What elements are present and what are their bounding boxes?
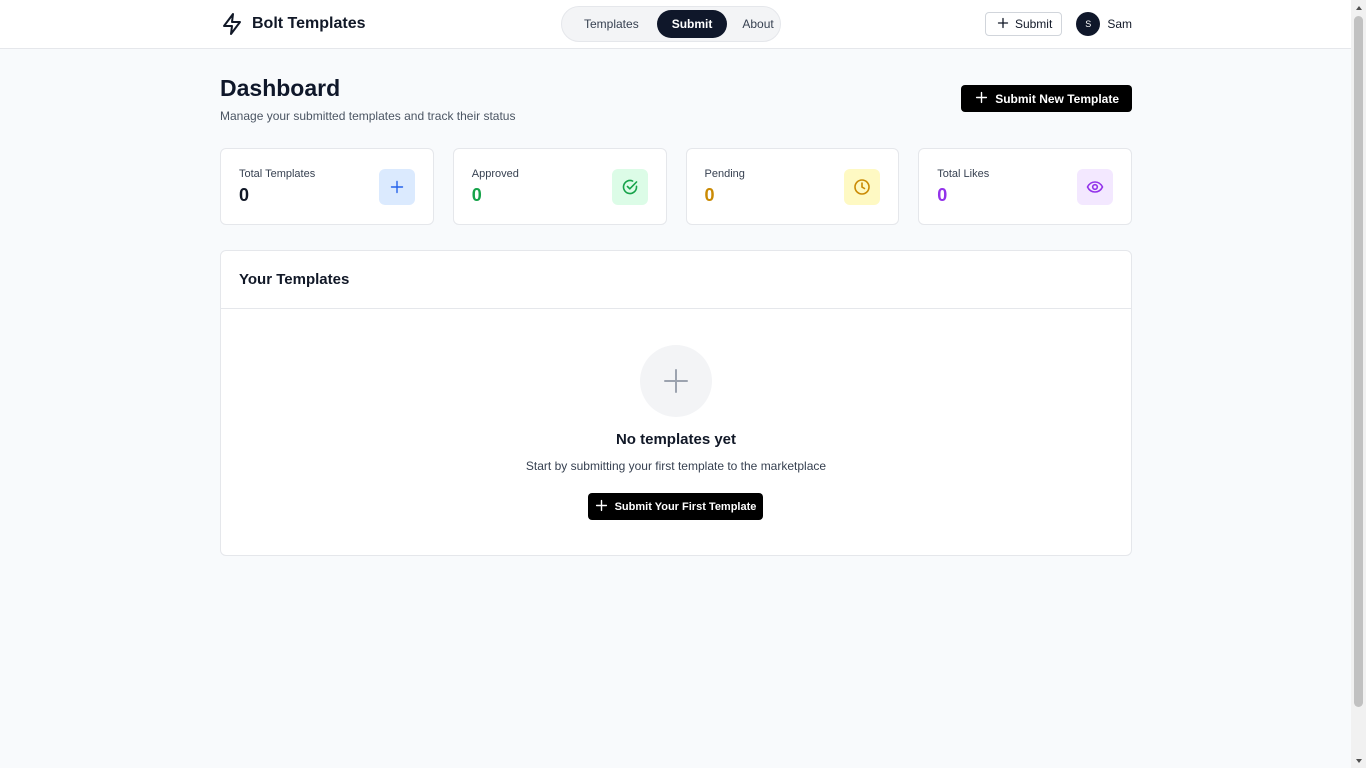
stat-value: 0 (937, 185, 948, 205)
empty-state-subtitle: Start by submitting your first template … (525, 459, 827, 473)
stat-card-total-templates: Total Templates 0 (220, 148, 434, 225)
scrollbar-thumb[interactable] (1354, 16, 1363, 707)
page: Bolt Templates Submit S Sam Templates Su… (0, 0, 1351, 768)
empty-state-title: No templates yet (615, 431, 737, 448)
user-name: Sam (1107, 17, 1132, 31)
main-content: Dashboard Manage your submitted template… (220, 49, 1132, 556)
plus-icon (975, 91, 988, 107)
scroll-down-arrow-icon[interactable] (1351, 753, 1366, 768)
stat-card-pending: Pending 0 (685, 148, 900, 225)
vertical-scrollbar[interactable] (1351, 0, 1366, 768)
stat-value: 0 (239, 185, 250, 205)
templates-panel-title: Your Templates (239, 271, 350, 288)
check-circle-icon (611, 169, 648, 205)
submit-first-template-label: Submit Your First Template (614, 500, 757, 513)
nav-templates[interactable]: Templates (569, 10, 654, 38)
stat-card-approved: Approved 0 (452, 148, 667, 225)
header-submit-label: Submit (1014, 17, 1053, 31)
nav-submit[interactable]: Submit (656, 10, 728, 38)
plus-icon (640, 345, 712, 417)
plus-icon (997, 17, 1009, 32)
lightning-bolt-icon (220, 12, 244, 36)
title-row: Dashboard Manage your submitted template… (220, 49, 1132, 148)
plus-icon (595, 499, 608, 515)
avatar: S (1076, 12, 1101, 36)
empty-state: No templates yet Start by submitting you… (221, 309, 1131, 555)
plus-icon (378, 169, 415, 205)
top-header: Bolt Templates Submit S Sam Templates Su… (0, 0, 1351, 49)
templates-panel-header: Your Templates (221, 251, 1131, 309)
your-templates-panel: Your Templates No templates yet Start by… (220, 250, 1132, 556)
stat-label: Pending (704, 168, 745, 180)
brand-name: Bolt Templates (252, 15, 366, 32)
main-nav: Templates Submit About (561, 6, 781, 42)
submit-new-template-button[interactable]: Submit New Template (961, 85, 1132, 112)
stats-row: Total Templates 0 Approved 0 Pending 0 T… (220, 148, 1132, 225)
clock-icon (844, 169, 881, 205)
page-subtitle: Manage your submitted templates and trac… (220, 109, 516, 123)
stat-value: 0 (704, 185, 715, 205)
submit-new-template-label: Submit New Template (995, 91, 1119, 106)
user-menu[interactable]: S Sam (1076, 12, 1132, 36)
brand-logo-link[interactable]: Bolt Templates (220, 12, 366, 36)
eye-icon (1077, 169, 1113, 205)
stat-label: Approved (471, 168, 519, 180)
nav-about[interactable]: About (727, 10, 788, 38)
stat-label: Total Templates (239, 168, 316, 180)
stat-label: Total Likes (937, 168, 990, 180)
header-submit-button[interactable]: Submit (984, 12, 1063, 36)
scroll-up-arrow-icon[interactable] (1351, 0, 1366, 15)
page-title: Dashboard (220, 75, 341, 101)
submit-first-template-button[interactable]: Submit Your First Template (588, 493, 763, 520)
stat-value: 0 (471, 185, 482, 205)
stat-card-total-likes: Total Likes 0 (918, 148, 1132, 225)
